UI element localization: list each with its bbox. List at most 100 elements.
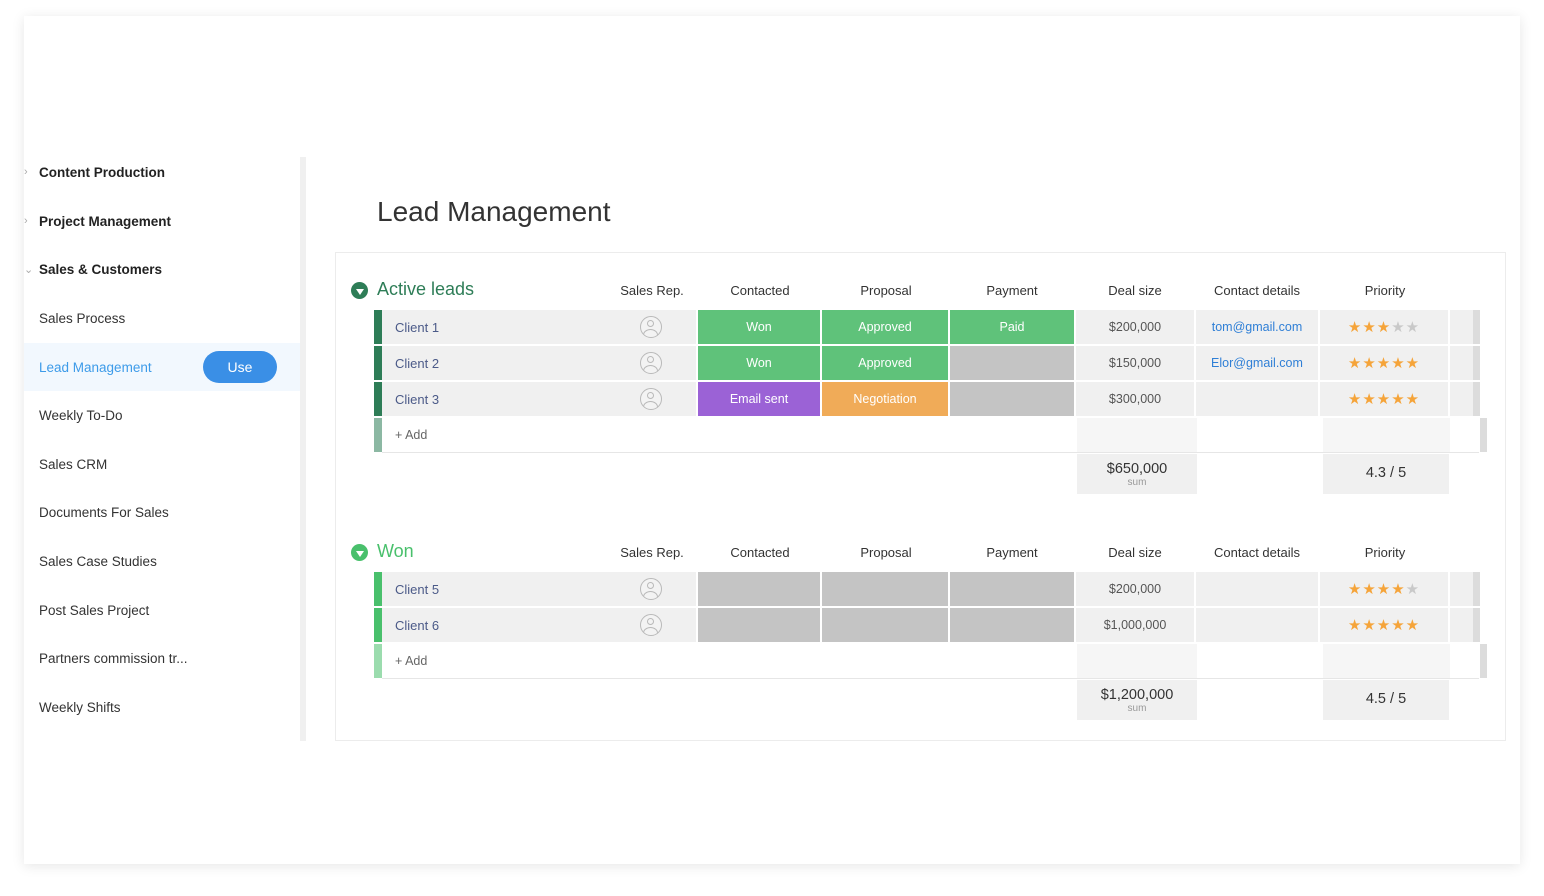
sidebar-item-documents-for-sales[interactable]: Documents For Sales [24, 488, 300, 536]
sales-rep-cell[interactable] [606, 572, 696, 606]
add-item-row[interactable]: + Add [374, 644, 1487, 679]
column-header[interactable]: Contacted [690, 545, 830, 560]
contact-details-cell[interactable] [1196, 572, 1318, 606]
star-icon[interactable]: ★ [1348, 391, 1362, 408]
payment-status-cell[interactable] [950, 608, 1074, 642]
sidebar-item-sales-crm[interactable]: Sales CRM [24, 440, 300, 488]
priority-rating-cell[interactable]: ★★★★★ [1320, 310, 1448, 344]
star-icon[interactable]: ★ [1391, 617, 1405, 634]
add-item-button[interactable]: + Add [395, 428, 427, 442]
sidebar-item-lead-management[interactable]: Lead Management Use [24, 343, 300, 391]
column-header[interactable]: Deal size [1065, 545, 1205, 560]
star-icon[interactable]: ★ [1391, 391, 1405, 408]
payment-status-cell[interactable] [950, 572, 1074, 606]
sidebar-category-content-production[interactable]: › Content Production [24, 160, 165, 184]
sales-rep-cell[interactable] [606, 310, 696, 344]
item-name[interactable]: Client 1 [382, 310, 606, 344]
contact-details-cell[interactable]: tom@gmail.com [1196, 310, 1318, 344]
contact-details-cell[interactable] [1196, 608, 1318, 642]
column-header[interactable]: Priority [1315, 283, 1455, 298]
priority-rating-cell[interactable]: ★★★★★ [1320, 572, 1448, 606]
star-icon[interactable]: ★ [1362, 319, 1376, 336]
sidebar-item-weekly-shifts[interactable]: Weekly Shifts [24, 683, 300, 731]
star-icon[interactable]: ★ [1406, 617, 1420, 634]
priority-rating-cell[interactable]: ★★★★★ [1320, 382, 1448, 416]
proposal-status-cell[interactable]: Approved [822, 310, 948, 344]
sales-rep-cell[interactable] [606, 346, 696, 380]
priority-rating-cell[interactable]: ★★★★★ [1320, 346, 1448, 380]
star-icon[interactable]: ★ [1406, 355, 1420, 372]
sidebar-scrollbar[interactable] [300, 157, 306, 741]
sidebar-item-partners-commission[interactable]: Partners commission tr... [24, 634, 300, 682]
sidebar-category-project-management[interactable]: › Project Management [24, 209, 171, 233]
star-icon[interactable]: ★ [1348, 617, 1362, 634]
sidebar-item-post-sales-project[interactable]: Post Sales Project [24, 586, 300, 634]
star-icon[interactable]: ★ [1377, 391, 1391, 408]
item-name[interactable]: Client 3 [382, 382, 606, 416]
sales-rep-cell[interactable] [606, 608, 696, 642]
sidebar-item-sales-case-studies[interactable]: Sales Case Studies [24, 537, 300, 585]
item-name[interactable]: Client 6 [382, 608, 606, 642]
deal-size-cell[interactable]: $1,000,000 [1076, 608, 1194, 642]
priority-rating-cell[interactable]: ★★★★★ [1320, 608, 1448, 642]
collapse-group-icon[interactable] [351, 544, 368, 561]
star-icon[interactable]: ★ [1362, 391, 1376, 408]
contacted-status-cell[interactable] [698, 572, 820, 606]
star-icon[interactable]: ★ [1348, 581, 1362, 598]
item-name[interactable]: Client 5 [382, 572, 606, 606]
star-icon[interactable]: ★ [1362, 355, 1376, 372]
column-header[interactable]: Priority [1315, 545, 1455, 560]
sidebar-item-weekly-to-do[interactable]: Weekly To-Do [24, 391, 300, 439]
add-item-button[interactable]: + Add [395, 654, 427, 668]
group-title[interactable]: Won [377, 541, 414, 562]
column-header[interactable]: Proposal [816, 545, 956, 560]
sidebar-item-sales-process[interactable]: Sales Process [24, 294, 300, 342]
column-header[interactable]: Proposal [816, 283, 956, 298]
contact-details-cell[interactable] [1196, 382, 1318, 416]
contacted-status-cell[interactable] [698, 608, 820, 642]
column-header[interactable]: Contact details [1187, 283, 1327, 298]
star-icon[interactable]: ★ [1406, 319, 1420, 336]
star-icon[interactable]: ★ [1406, 391, 1420, 408]
contacted-status-cell[interactable]: Won [698, 310, 820, 344]
column-header[interactable]: Deal size [1065, 283, 1205, 298]
column-header[interactable]: Payment [942, 545, 1082, 560]
sales-rep-cell[interactable] [606, 382, 696, 416]
star-icon[interactable]: ★ [1406, 581, 1420, 598]
proposal-status-cell[interactable] [822, 572, 948, 606]
star-icon[interactable]: ★ [1377, 355, 1391, 372]
chevron-down-icon: ⌄ [24, 263, 34, 276]
contacted-status-cell[interactable]: Email sent [698, 382, 820, 416]
contacted-status-cell[interactable]: Won [698, 346, 820, 380]
contact-details-cell[interactable]: Elor@gmail.com [1196, 346, 1318, 380]
proposal-status-cell[interactable] [822, 608, 948, 642]
deal-size-cell[interactable]: $300,000 [1076, 382, 1194, 416]
star-icon[interactable]: ★ [1391, 355, 1405, 372]
column-header[interactable]: Contacted [690, 283, 830, 298]
item-name[interactable]: Client 2 [382, 346, 606, 380]
deal-size-cell[interactable]: $150,000 [1076, 346, 1194, 380]
star-icon[interactable]: ★ [1362, 617, 1376, 634]
star-icon[interactable]: ★ [1377, 617, 1391, 634]
add-item-row[interactable]: + Add [374, 418, 1487, 453]
star-icon[interactable]: ★ [1377, 581, 1391, 598]
column-header[interactable]: Payment [942, 283, 1082, 298]
star-icon[interactable]: ★ [1348, 319, 1362, 336]
star-icon[interactable]: ★ [1362, 581, 1376, 598]
use-template-button[interactable]: Use [203, 351, 277, 383]
star-icon[interactable]: ★ [1391, 319, 1405, 336]
payment-status-cell[interactable] [950, 382, 1074, 416]
star-icon[interactable]: ★ [1377, 319, 1391, 336]
payment-status-cell[interactable]: Paid [950, 310, 1074, 344]
star-icon[interactable]: ★ [1348, 355, 1362, 372]
group-title[interactable]: Active leads [377, 279, 474, 300]
sidebar-category-sales-customers[interactable]: ⌄ Sales & Customers [24, 257, 162, 281]
deal-size-cell[interactable]: $200,000 [1076, 310, 1194, 344]
collapse-group-icon[interactable] [351, 282, 368, 299]
star-icon[interactable]: ★ [1391, 581, 1405, 598]
column-header[interactable]: Contact details [1187, 545, 1327, 560]
deal-size-cell[interactable]: $200,000 [1076, 572, 1194, 606]
proposal-status-cell[interactable]: Approved [822, 346, 948, 380]
proposal-status-cell[interactable]: Negotiation [822, 382, 948, 416]
payment-status-cell[interactable] [950, 346, 1074, 380]
